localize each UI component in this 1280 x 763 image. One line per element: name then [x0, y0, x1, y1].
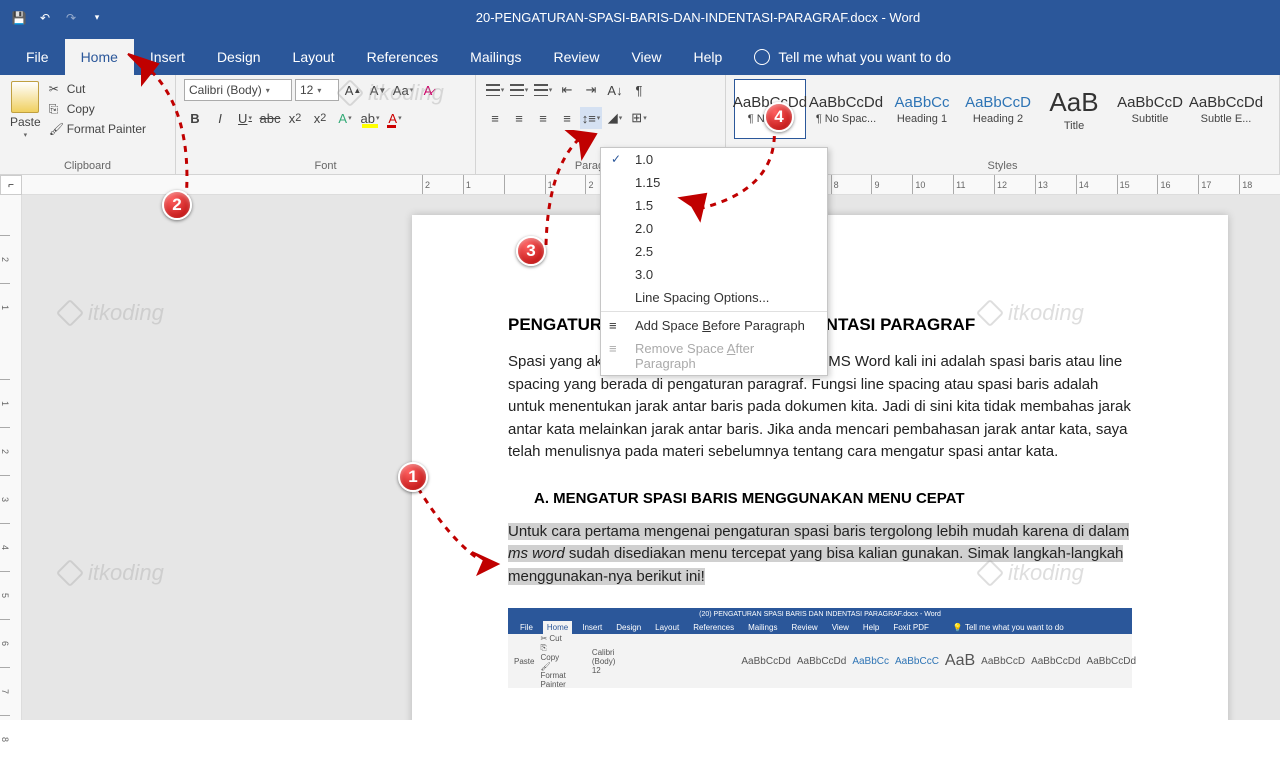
tab-layout[interactable]: Layout	[277, 39, 351, 75]
line-spacing-3.0[interactable]: 3.0	[601, 263, 827, 286]
tell-me-search[interactable]: Tell me what you want to do	[738, 39, 967, 75]
lightbulb-icon	[754, 49, 770, 65]
remove-space-after[interactable]: ≡Remove Space After Paragraph	[601, 337, 827, 375]
align-left-icon[interactable]: ≡	[484, 107, 506, 129]
line-spacing-1.0[interactable]: ✓1.0	[601, 148, 827, 171]
numbering-icon[interactable]: ▾	[508, 79, 530, 101]
format-painter-button[interactable]: 🖌Format Painter	[47, 121, 148, 137]
vertical-ruler[interactable]: 2112345678	[0, 195, 22, 720]
style-subtitle[interactable]: AaBbCcDSubtitle	[1114, 79, 1186, 139]
tab-file[interactable]: File	[10, 39, 65, 75]
text-effects-icon[interactable]: A▾	[334, 107, 356, 129]
line-spacing-options[interactable]: Line Spacing Options...	[601, 286, 827, 309]
italic-button[interactable]: I	[209, 107, 231, 129]
qat-customize-icon[interactable]: ▾	[88, 9, 106, 27]
paste-button[interactable]: Paste ▾	[8, 79, 43, 158]
clipboard-group-label: Clipboard	[8, 158, 167, 174]
callout-2: 2	[162, 190, 192, 220]
add-space-before[interactable]: ≡Add Space Before Paragraph	[601, 314, 827, 337]
strikethrough-button[interactable]: abc	[259, 107, 281, 129]
align-right-icon[interactable]: ≡	[532, 107, 554, 129]
style-heading[interactable]: AaBbCcHeading 1	[886, 79, 958, 139]
line-spacing-2.0[interactable]: 2.0	[601, 217, 827, 240]
redo-icon[interactable]: ↷	[62, 9, 80, 27]
style-title[interactable]: AaBTitle	[1038, 79, 1110, 139]
align-center-icon[interactable]: ≡	[508, 107, 530, 129]
change-case-icon[interactable]: Aa▾	[392, 79, 414, 101]
bold-button[interactable]: B	[184, 107, 206, 129]
sort-icon[interactable]: A↓	[604, 79, 626, 101]
tab-review[interactable]: Review	[538, 39, 616, 75]
shrink-font-icon[interactable]: A▼	[367, 79, 389, 101]
line-spacing-2.5[interactable]: 2.5	[601, 240, 827, 263]
callout-4: 4	[764, 102, 794, 132]
save-icon[interactable]: 💾	[10, 9, 28, 27]
justify-icon[interactable]: ≡	[556, 107, 578, 129]
copy-button[interactable]: ⎘Copy	[47, 101, 148, 117]
show-marks-icon[interactable]: ¶	[628, 79, 650, 101]
cut-button[interactable]: ✂Cut	[47, 81, 148, 97]
line-spacing-button[interactable]: ↕≡▾	[580, 107, 602, 129]
style-heading[interactable]: AaBbCcDHeading 2	[962, 79, 1034, 139]
highlight-icon[interactable]: ab▾	[359, 107, 381, 129]
subscript-button[interactable]: x2	[284, 107, 306, 129]
decrease-indent-icon[interactable]: ⇤	[556, 79, 578, 101]
font-size-combo[interactable]: 12▾	[295, 79, 339, 101]
multilevel-list-icon[interactable]: ▾	[532, 79, 554, 101]
callout-3: 3	[516, 236, 546, 266]
shading-icon[interactable]: ◢▾	[604, 107, 626, 129]
tab-selector[interactable]: ⌐	[0, 175, 22, 195]
clear-formatting-icon[interactable]: A̷	[417, 79, 439, 101]
underline-button[interactable]: U▾	[234, 107, 256, 129]
inset-screenshot: (20) PENGATURAN SPASI BARIS DAN INDENTAS…	[508, 608, 1132, 688]
copy-icon: ⎘	[49, 102, 63, 116]
line-spacing-1.15[interactable]: 1.15	[601, 171, 827, 194]
line-spacing-dropdown: ✓1.01.151.52.02.53.0Line Spacing Options…	[600, 147, 828, 376]
tab-home[interactable]: Home	[65, 39, 134, 75]
increase-indent-icon[interactable]: ⇥	[580, 79, 602, 101]
style-nospac[interactable]: AaBbCcDd¶ No Spac...	[810, 79, 882, 139]
tab-help[interactable]: Help	[678, 39, 739, 75]
clipboard-icon	[11, 81, 39, 113]
doc-subheading: A. MENGATUR SPASI BARIS MENGGUNAKAN MENU…	[534, 490, 1132, 507]
font-color-icon[interactable]: A▾	[384, 107, 406, 129]
font-name-combo[interactable]: Calibri (Body)▾	[184, 79, 292, 101]
superscript-button[interactable]: x2	[309, 107, 331, 129]
scissors-icon: ✂	[49, 82, 63, 96]
tab-insert[interactable]: Insert	[134, 39, 201, 75]
grow-font-icon[interactable]: A▲	[342, 79, 364, 101]
bullets-icon[interactable]: ▾	[484, 79, 506, 101]
tab-view[interactable]: View	[615, 39, 677, 75]
font-group-label: Font	[184, 158, 467, 174]
tab-mailings[interactable]: Mailings	[454, 39, 537, 75]
borders-icon[interactable]: ⊞▾	[628, 107, 650, 129]
paintbrush-icon: 🖌	[49, 122, 63, 136]
undo-icon[interactable]: ↶	[36, 9, 54, 27]
style-subtlee[interactable]: AaBbCcDdSubtle E...	[1190, 79, 1262, 139]
tab-design[interactable]: Design	[201, 39, 277, 75]
window-title: 20-PENGATURAN-SPASI-BARIS-DAN-INDENTASI-…	[116, 10, 1280, 25]
line-spacing-1.5[interactable]: 1.5	[601, 194, 827, 217]
doc-selected-paragraph: Untuk cara pertama mengenai pengaturan s…	[508, 521, 1132, 589]
tab-references[interactable]: References	[351, 39, 455, 75]
callout-1: 1	[398, 462, 428, 492]
